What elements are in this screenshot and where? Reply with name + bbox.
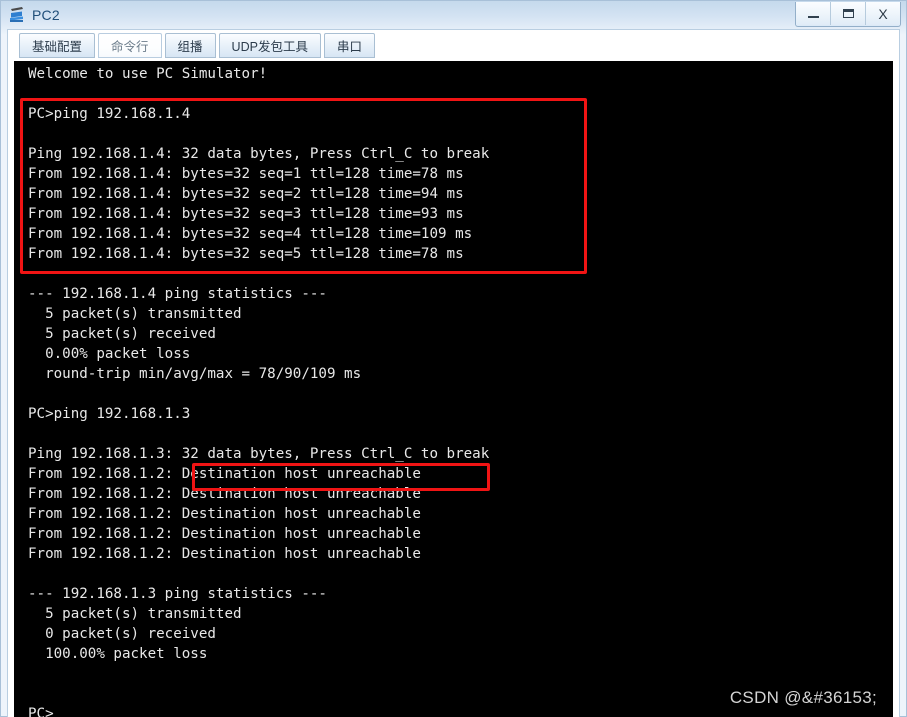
pc-computer-icon xyxy=(8,5,28,25)
terminal-line: PC>ping 192.168.1.3 xyxy=(28,406,191,422)
terminal-line: From 192.168.1.2: Destination host unrea… xyxy=(28,466,421,482)
tab-command-line[interactable]: 命令行 xyxy=(98,33,162,58)
terminal-console[interactable]: Welcome to use PC Simulator! PC>ping 192… xyxy=(14,61,893,717)
close-button[interactable]: X xyxy=(866,2,900,25)
tab-udp-packet-tool[interactable]: UDP发包工具 xyxy=(218,33,321,58)
close-icon: X xyxy=(878,5,888,22)
terminal-line: From 192.168.1.4: bytes=32 seq=1 ttl=128… xyxy=(28,166,464,182)
window-title: PC2 xyxy=(32,7,60,23)
minimize-button[interactable] xyxy=(796,2,831,25)
terminal-line: From 192.168.1.4: bytes=32 seq=4 ttl=128… xyxy=(28,226,473,242)
terminal-line: --- 192.168.1.3 ping statistics --- xyxy=(28,586,327,602)
pc-simulator-window: PC2 X 基础配置 命令行 组播 UDP发包工具 串口 Welcome to … xyxy=(0,0,907,717)
window-controls: X xyxy=(795,2,901,27)
tab-multicast[interactable]: 组播 xyxy=(164,33,216,58)
minimize-icon xyxy=(807,16,819,18)
terminal-line: round-trip min/avg/max = 78/90/109 ms xyxy=(28,366,362,382)
terminal-line: From 192.168.1.4: bytes=32 seq=5 ttl=128… xyxy=(28,246,464,262)
terminal-line: From 192.168.1.4: bytes=32 seq=2 ttl=128… xyxy=(28,186,464,202)
terminal-line: Ping 192.168.1.4: 32 data bytes, Press C… xyxy=(28,146,490,162)
terminal-line: 0.00% packet loss xyxy=(28,346,191,362)
terminal-output: Welcome to use PC Simulator! PC>ping 192… xyxy=(14,61,893,717)
tab-bar: 基础配置 命令行 组播 UDP发包工具 串口 xyxy=(8,30,899,60)
watermark: CSDN @&#36153; xyxy=(729,688,877,707)
maximize-icon xyxy=(842,9,854,18)
maximize-button[interactable] xyxy=(831,2,866,25)
terminal-line: 5 packet(s) transmitted xyxy=(28,306,242,322)
terminal-line: From 192.168.1.2: Destination host unrea… xyxy=(28,546,421,562)
client-area: 基础配置 命令行 组播 UDP发包工具 串口 Welcome to use PC… xyxy=(7,29,900,717)
tab-serial-port[interactable]: 串口 xyxy=(323,33,375,58)
terminal-line: From 192.168.1.2: Destination host unrea… xyxy=(28,506,421,522)
tab-basic-config[interactable]: 基础配置 xyxy=(19,33,96,58)
terminal-line: 0 packet(s) received xyxy=(28,626,216,642)
terminal-line: 5 packet(s) received xyxy=(28,326,216,342)
terminal-line: PC>ping 192.168.1.4 xyxy=(28,106,191,122)
terminal-line: 100.00% packet loss xyxy=(28,646,208,662)
titlebar[interactable]: PC2 X xyxy=(0,0,907,30)
terminal-line: From 192.168.1.2: Destination host unrea… xyxy=(28,526,421,542)
terminal-line: Welcome to use PC Simulator! xyxy=(28,66,268,82)
terminal-line: Ping 192.168.1.3: 32 data bytes, Press C… xyxy=(28,446,490,462)
terminal-line: --- 192.168.1.4 ping statistics --- xyxy=(28,286,327,302)
terminal-line: 5 packet(s) transmitted xyxy=(28,606,242,622)
terminal-line: From 192.168.1.4: bytes=32 seq=3 ttl=128… xyxy=(28,206,464,222)
terminal-line: From 192.168.1.2: Destination host unrea… xyxy=(28,486,421,502)
